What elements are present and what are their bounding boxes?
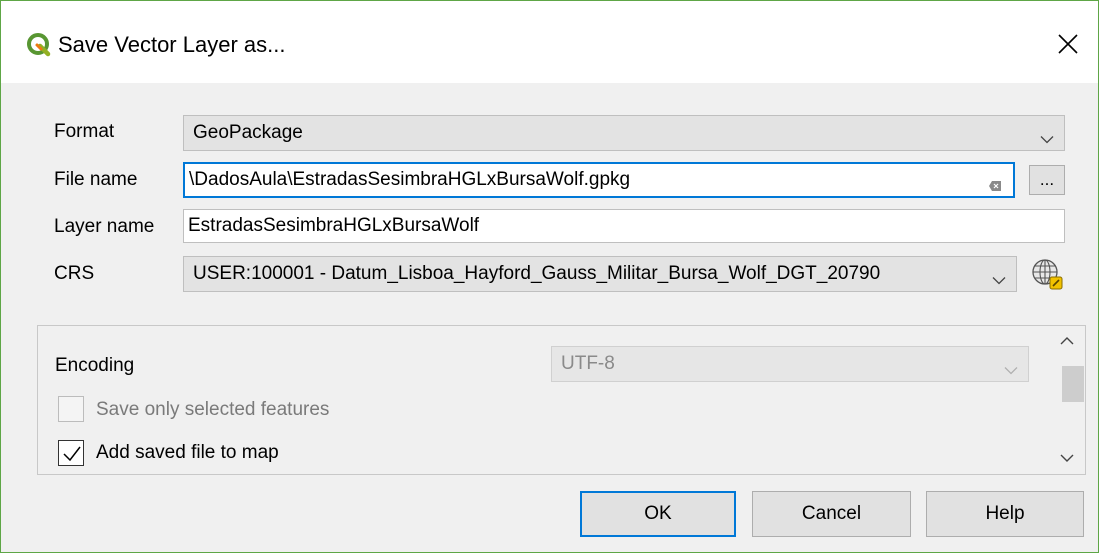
format-combo[interactable]: GeoPackage bbox=[183, 115, 1065, 151]
chevron-down-icon bbox=[1004, 360, 1018, 375]
format-label: Format bbox=[54, 121, 115, 142]
ok-button[interactable]: OK bbox=[580, 491, 736, 537]
encoding-combo[interactable]: UTF-8 bbox=[551, 346, 1029, 382]
save-vector-layer-dialog: Save Vector Layer as... Format GeoPackag… bbox=[0, 0, 1099, 553]
layer-name-value: EstradasSesimbraHGLxBursaWolf bbox=[188, 215, 480, 236]
file-name-label: File name bbox=[54, 169, 138, 190]
encoding-value: UTF-8 bbox=[561, 353, 615, 374]
window-title: Save Vector Layer as... bbox=[58, 32, 286, 57]
save-selected-checkbox[interactable] bbox=[58, 396, 84, 422]
scroll-up-button[interactable] bbox=[1049, 326, 1085, 356]
crs-value: USER:100001 - Datum_Lisboa_Hayford_Gauss… bbox=[193, 263, 881, 284]
browse-button[interactable]: ... bbox=[1029, 165, 1065, 195]
options-panel: Encoding UTF-8 Save only selected featur… bbox=[37, 325, 1086, 475]
save-selected-label: Save only selected features bbox=[96, 399, 330, 420]
clear-text-icon[interactable] bbox=[989, 175, 1001, 191]
title-bar: Save Vector Layer as... bbox=[1, 1, 1098, 83]
chevron-down-icon bbox=[992, 270, 1006, 285]
scroll-down-button[interactable] bbox=[1049, 444, 1085, 474]
chevron-up-icon bbox=[1060, 332, 1074, 350]
file-name-input[interactable]: \DadosAula\EstradasSesimbraHGLxBursaWolf… bbox=[183, 162, 1015, 198]
close-button[interactable] bbox=[1043, 21, 1093, 71]
format-value: GeoPackage bbox=[193, 122, 303, 143]
add-to-map-checkbox[interactable] bbox=[58, 440, 84, 466]
chevron-down-icon bbox=[1060, 450, 1074, 468]
close-icon bbox=[1058, 33, 1078, 59]
crs-selector-button[interactable] bbox=[1029, 256, 1065, 292]
crs-label: CRS bbox=[54, 263, 95, 284]
cancel-button[interactable]: Cancel bbox=[752, 491, 911, 537]
encoding-label: Encoding bbox=[55, 355, 135, 376]
layer-name-input[interactable]: EstradasSesimbraHGLxBursaWolf bbox=[183, 209, 1065, 243]
add-to-map-label: Add saved file to map bbox=[96, 442, 279, 463]
scroll-thumb[interactable] bbox=[1062, 366, 1084, 402]
chevron-down-icon bbox=[1040, 129, 1054, 144]
file-name-value: \DadosAula\EstradasSesimbraHGLxBursaWolf… bbox=[189, 169, 631, 190]
layer-name-label: Layer name bbox=[54, 216, 155, 237]
crs-combo[interactable]: USER:100001 - Datum_Lisboa_Hayford_Gauss… bbox=[183, 256, 1017, 292]
qgis-logo-icon bbox=[27, 33, 51, 57]
options-scrollbar[interactable] bbox=[1049, 326, 1085, 474]
checkmark-icon bbox=[63, 446, 81, 462]
globe-crs-icon bbox=[1029, 259, 1065, 296]
help-button[interactable]: Help bbox=[926, 491, 1084, 537]
